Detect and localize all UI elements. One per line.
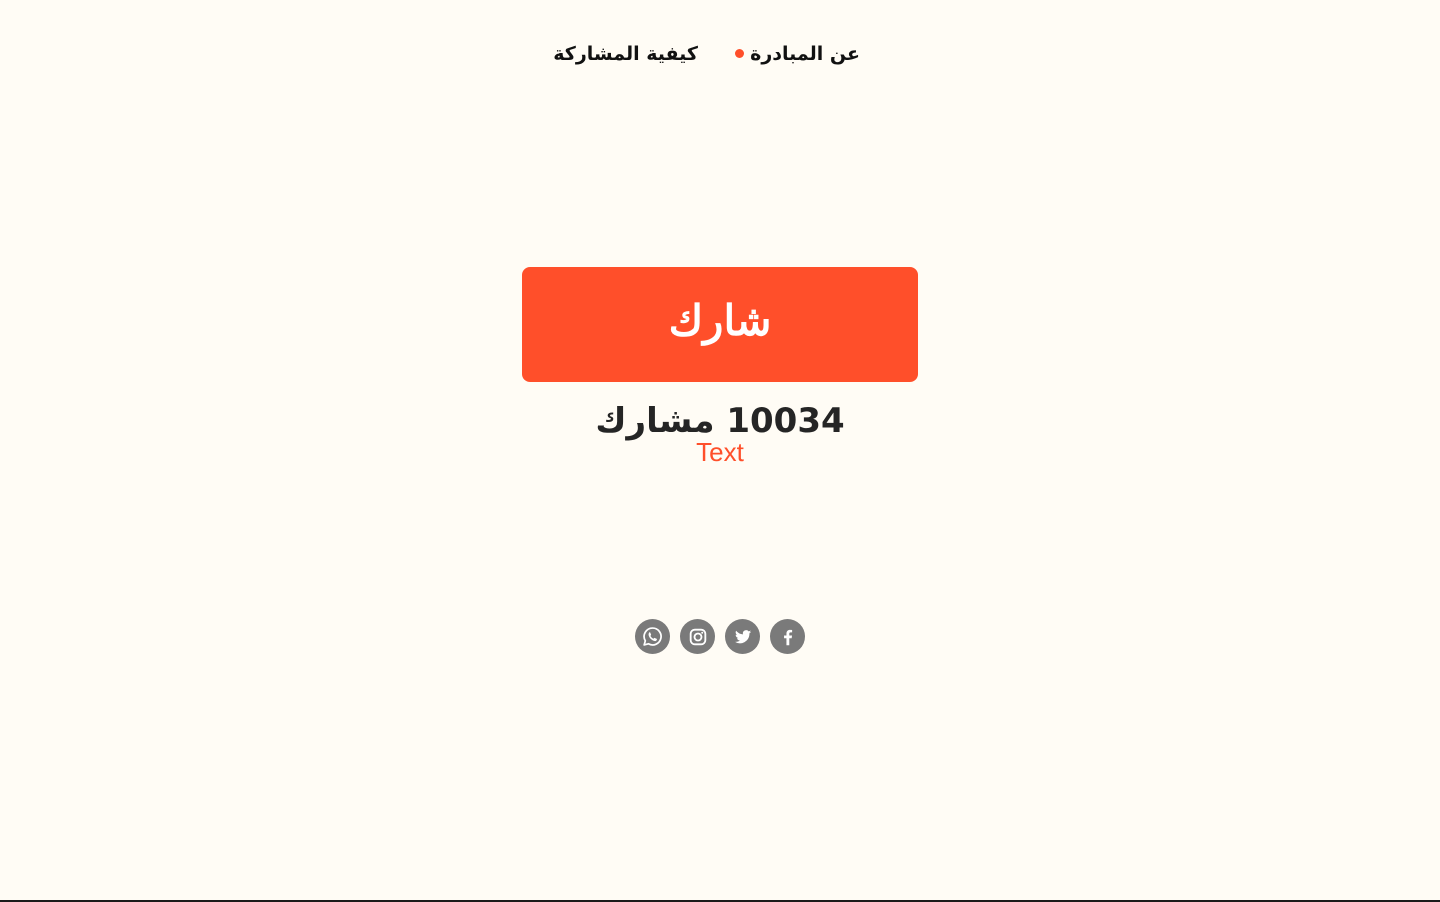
instagram-icon[interactable] xyxy=(680,619,715,654)
share-button[interactable]: شارك xyxy=(522,267,918,382)
share-button-label: شارك xyxy=(668,296,772,344)
social-links xyxy=(635,619,805,655)
nav-link-how-to-participate[interactable]: كيفية المشاركة xyxy=(553,34,698,74)
twitter-icon[interactable] xyxy=(725,619,760,654)
top-nav: عن المبادرة كيفية المشاركة xyxy=(0,34,1440,74)
participant-count: 10034 مشارك xyxy=(595,401,845,441)
nav-link-about[interactable]: عن المبادرة xyxy=(750,34,860,74)
nav-separator-dot xyxy=(735,49,744,58)
facebook-icon[interactable] xyxy=(770,619,805,654)
placeholder-text: Text xyxy=(696,437,744,467)
whatsapp-icon[interactable] xyxy=(635,619,670,654)
